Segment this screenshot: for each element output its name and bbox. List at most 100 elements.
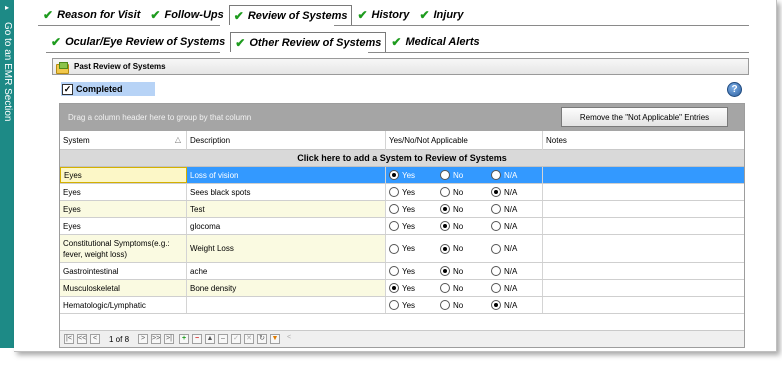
radio-button[interactable] <box>440 170 450 180</box>
radio-na[interactable]: N/A <box>491 187 517 198</box>
radio-button[interactable] <box>440 283 450 293</box>
radio-no[interactable]: No <box>440 283 463 294</box>
radio-button[interactable] <box>491 300 501 310</box>
edit-icon[interactable]: – <box>218 334 228 344</box>
column-header-yes-no[interactable]: Yes/No/Not Applicable <box>386 131 543 150</box>
tab-injury[interactable]: ✔ Injury <box>414 5 468 25</box>
notes-cell[interactable] <box>543 218 744 234</box>
column-header-notes[interactable]: Notes <box>543 131 744 150</box>
system-cell[interactable]: Hematologic/Lymphatic <box>60 297 187 313</box>
description-cell[interactable]: Loss of vision <box>187 167 386 183</box>
last-page-icon[interactable]: >| <box>164 334 174 344</box>
column-header-description[interactable]: Description <box>187 131 386 150</box>
checkbox-box[interactable]: ✓ <box>62 83 73 95</box>
radio-yes[interactable]: Yes <box>389 283 415 294</box>
radio-button[interactable] <box>440 187 450 197</box>
description-cell[interactable]: Test <box>187 201 386 217</box>
system-cell[interactable]: Musculoskeletal <box>60 280 187 296</box>
notes-cell[interactable] <box>543 201 744 217</box>
next-page-icon[interactable]: > <box>138 334 148 344</box>
column-header-system[interactable]: System △ <box>60 131 187 150</box>
prev-block-icon[interactable]: << <box>77 334 87 344</box>
radio-yes[interactable]: Yes <box>389 266 415 277</box>
notes-cell[interactable] <box>543 297 744 313</box>
radio-yes[interactable]: Yes <box>389 187 415 198</box>
description-cell[interactable]: glocoma <box>187 218 386 234</box>
scroll-left-icon[interactable]: < <box>284 334 294 344</box>
radio-yes[interactable]: Yes <box>389 300 415 311</box>
table-row[interactable]: Gastrointestinal ache Yes No N/A <box>60 263 744 280</box>
system-cell[interactable]: Constitutional Symptoms(e.g.: fever, wei… <box>60 235 187 262</box>
description-cell[interactable]: Weight Loss <box>187 235 386 262</box>
radio-button[interactable] <box>491 204 501 214</box>
description-cell[interactable]: Bone density <box>187 280 386 296</box>
radio-na[interactable]: N/A <box>491 283 517 294</box>
completed-checkbox[interactable]: ✓ Completed <box>61 82 155 96</box>
table-row[interactable]: Musculoskeletal Bone density Yes No N/A <box>60 280 744 297</box>
move-up-icon[interactable]: ▲ <box>205 334 215 344</box>
radio-button[interactable] <box>389 221 399 231</box>
radio-button[interactable] <box>491 283 501 293</box>
add-record-icon[interactable]: + <box>179 334 189 344</box>
description-cell[interactable] <box>187 297 386 313</box>
tab-history[interactable]: ✔ History <box>352 5 414 25</box>
description-cell[interactable]: Sees black spots <box>187 184 386 200</box>
filter-icon[interactable]: ▼ <box>270 334 280 344</box>
radio-button[interactable] <box>389 204 399 214</box>
system-cell[interactable]: Eyes <box>60 167 187 183</box>
radio-no[interactable]: No <box>440 266 463 277</box>
radio-no[interactable]: No <box>440 221 463 232</box>
add-system-row[interactable]: Click here to add a System to Review of … <box>60 150 744 167</box>
cancel-icon[interactable]: ✕ <box>244 334 254 344</box>
notes-cell[interactable] <box>543 235 744 262</box>
radio-button[interactable] <box>389 243 399 254</box>
radio-button[interactable] <box>440 221 450 231</box>
radio-button[interactable] <box>389 300 399 310</box>
past-review-panel[interactable]: Past Review of Systems <box>52 58 749 75</box>
radio-na[interactable]: N/A <box>491 266 517 277</box>
notes-cell[interactable] <box>543 263 744 279</box>
prev-page-icon[interactable]: < <box>90 334 100 344</box>
radio-button[interactable] <box>440 300 450 310</box>
radio-button[interactable] <box>491 221 501 231</box>
remove-not-applicable-button[interactable]: Remove the "Not Applicable" Entries <box>561 107 728 127</box>
notes-cell[interactable] <box>543 167 744 183</box>
radio-button[interactable] <box>440 243 450 254</box>
table-row[interactable]: Eyes Loss of vision Yes No N/A <box>60 167 744 184</box>
expand-arrow-icon[interactable]: ▸ <box>2 3 12 13</box>
radio-na[interactable]: N/A <box>491 300 517 311</box>
table-row[interactable]: Hematologic/Lymphatic Yes No N/A <box>60 297 744 314</box>
radio-no[interactable]: No <box>440 204 463 215</box>
radio-yes[interactable]: Yes <box>389 170 415 181</box>
save-icon[interactable]: ✓ <box>231 334 241 344</box>
radio-button[interactable] <box>389 170 399 180</box>
radio-na[interactable]: N/A <box>491 170 517 181</box>
radio-yes[interactable]: Yes <box>389 243 415 254</box>
radio-button[interactable] <box>389 283 399 293</box>
radio-no[interactable]: No <box>440 300 463 311</box>
radio-button[interactable] <box>440 266 450 276</box>
next-block-icon[interactable]: >> <box>151 334 161 344</box>
radio-no[interactable]: No <box>440 187 463 198</box>
refresh-icon[interactable]: ↻ <box>257 334 267 344</box>
tab-follow-ups[interactable]: ✔ Follow-Ups <box>145 5 228 25</box>
tab-other-review-of-systems[interactable]: ✔ Other Review of Systems <box>230 32 387 52</box>
tab-reason-for-visit[interactable]: ✔ Reason for Visit <box>38 5 145 25</box>
radio-button[interactable] <box>491 266 501 276</box>
help-icon[interactable]: ? <box>727 82 742 97</box>
tab-medical-alerts[interactable]: ✔ Medical Alerts <box>386 32 484 52</box>
notes-cell[interactable] <box>543 280 744 296</box>
first-page-icon[interactable]: |< <box>64 334 74 344</box>
system-cell[interactable]: Gastrointestinal <box>60 263 187 279</box>
system-cell[interactable]: Eyes <box>60 184 187 200</box>
table-row[interactable]: Constitutional Symptoms(e.g.: fever, wei… <box>60 235 744 263</box>
radio-no[interactable]: No <box>440 170 463 181</box>
radio-button[interactable] <box>389 187 399 197</box>
system-cell[interactable]: Eyes <box>60 218 187 234</box>
notes-cell[interactable] <box>543 184 744 200</box>
tab-review-of-systems[interactable]: ✔ Review of Systems <box>228 5 353 25</box>
table-row[interactable]: Eyes Sees black spots Yes No N/A <box>60 184 744 201</box>
table-row[interactable]: Eyes glocoma Yes No N/A <box>60 218 744 235</box>
radio-no[interactable]: No <box>440 243 463 254</box>
system-cell[interactable]: Eyes <box>60 201 187 217</box>
